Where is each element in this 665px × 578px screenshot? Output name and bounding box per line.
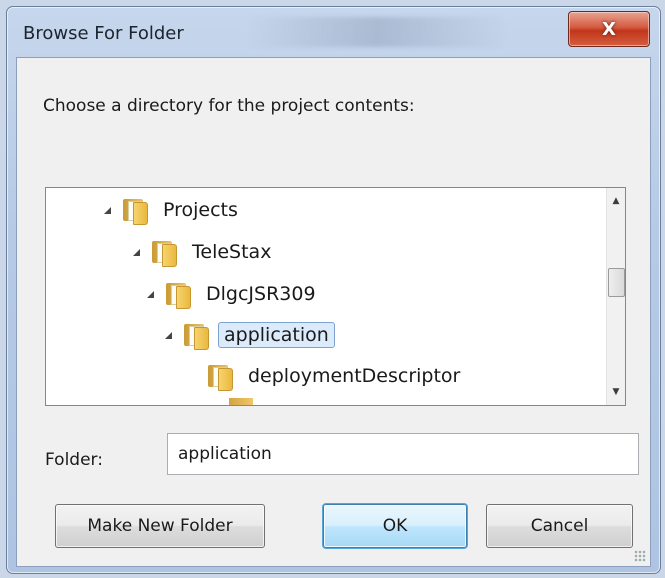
tree-item-projects[interactable]: Projects [104, 192, 244, 228]
folder-icon [206, 363, 233, 391]
expand-arrow-icon[interactable] [165, 331, 172, 339]
instruction-text: Choose a directory for the project conte… [43, 96, 415, 116]
ok-button[interactable]: OK [323, 504, 467, 548]
tree-item-deploymentdescriptor[interactable]: deploymentDescriptor [206, 358, 466, 394]
tree-item-label: application [218, 322, 335, 348]
vertical-scrollbar[interactable]: ▲ ▼ [606, 188, 625, 405]
tree-item-label: deploymentDescriptor [248, 365, 461, 387]
tree-item-label: Projects [163, 199, 238, 221]
tree-item-dlgcjsr309[interactable]: DlgcJSR309 [147, 276, 322, 312]
dialog-body: Choose a directory for the project conte… [16, 57, 651, 567]
close-icon: X [602, 18, 616, 40]
folder-field-label: Folder: [45, 450, 103, 470]
tree-item-telestax[interactable]: TeleStax [133, 234, 277, 270]
blurred-background-text [247, 17, 507, 47]
make-new-folder-button[interactable]: Make New Folder [55, 504, 265, 548]
scrollbar-thumb[interactable] [608, 268, 625, 297]
folder-icon [121, 197, 148, 225]
partial-folder-icon [229, 398, 253, 405]
expand-arrow-icon[interactable] [104, 206, 111, 214]
scroll-up-arrow-icon[interactable]: ▲ [607, 192, 625, 210]
folder-name-input[interactable] [167, 433, 639, 475]
folder-tree-view[interactable]: Projects TeleStax DlgcJSR309 application [45, 187, 626, 406]
tree-item-application[interactable]: application [165, 317, 335, 353]
title-bar[interactable]: Browse For Folder X [7, 7, 660, 57]
tree-rows: Projects TeleStax DlgcJSR309 application [46, 188, 607, 405]
tree-item-label: DlgcJSR309 [206, 283, 316, 305]
folder-icon [150, 239, 177, 267]
expand-arrow-icon[interactable] [133, 248, 140, 256]
resize-grip-icon[interactable] [634, 550, 646, 562]
scroll-down-arrow-icon[interactable]: ▼ [607, 383, 625, 401]
folder-icon [182, 322, 209, 350]
tree-item-label: TeleStax [192, 241, 272, 263]
expand-arrow-icon[interactable] [147, 290, 154, 298]
folder-icon [164, 281, 191, 309]
browse-folder-dialog: Browse For Folder X Choose a directory f… [6, 6, 661, 574]
cancel-button[interactable]: Cancel [486, 504, 633, 548]
close-button[interactable]: X [568, 11, 650, 47]
window-title: Browse For Folder [23, 23, 184, 44]
